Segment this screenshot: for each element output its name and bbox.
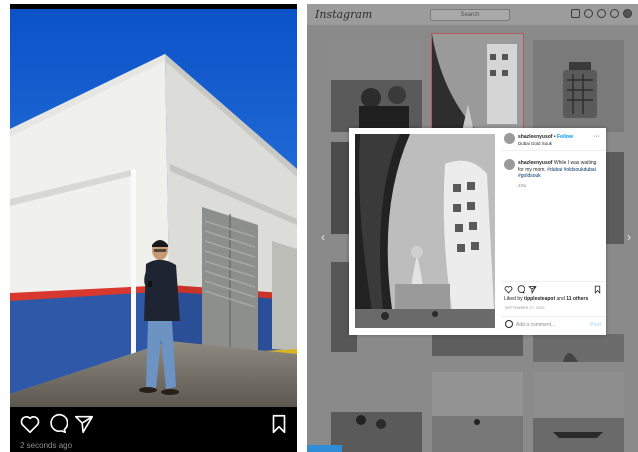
- grid-thumbnail[interactable]: [533, 334, 624, 362]
- divider: [501, 150, 606, 151]
- search-input[interactable]: Search: [430, 9, 510, 21]
- caption-avatar[interactable]: [504, 159, 515, 170]
- post-timestamp: 2 seconds ago: [20, 441, 73, 450]
- avatar-icon[interactable]: [623, 9, 632, 18]
- building-photo-image: [10, 9, 297, 407]
- grid-thumbnail-selected[interactable]: [431, 33, 524, 133]
- share-icon[interactable]: [528, 285, 537, 294]
- home-icon[interactable]: [571, 9, 580, 18]
- author-username[interactable]: shazleenyusof: [518, 134, 552, 140]
- caption-time-ago: 23w: [518, 183, 527, 188]
- more-options-icon[interactable]: ···: [593, 133, 600, 140]
- next-arrow-icon[interactable]: ›: [627, 230, 631, 244]
- post-comment-button[interactable]: Post: [590, 322, 601, 328]
- bookmark-icon[interactable]: [268, 413, 290, 435]
- post-author: shazleenyusof • Follow: [518, 134, 573, 140]
- post-date: SEPTEMBER 27, 2022: [505, 306, 545, 310]
- top-nav-bar: Instagram Search: [307, 4, 638, 26]
- modal-sidebar: shazleenyusof • Follow Dubai Gold Souk ·…: [501, 128, 606, 335]
- previous-arrow-icon[interactable]: ‹: [321, 230, 325, 244]
- divider: [501, 281, 606, 282]
- grid-thumbnail[interactable]: [533, 372, 624, 452]
- share-icon[interactable]: [73, 413, 95, 435]
- follow-button[interactable]: Follow: [557, 134, 573, 140]
- comment-icon[interactable]: [516, 285, 525, 294]
- bookmark-icon[interactable]: [593, 285, 602, 294]
- grid-thumbnail[interactable]: [533, 40, 624, 132]
- browser-tab-indicator: [307, 445, 342, 452]
- heart-icon[interactable]: [19, 413, 41, 435]
- liked-by-user[interactable]: tipplesteapot: [524, 296, 555, 302]
- post-photo[interactable]: [10, 9, 297, 407]
- modal-action-bar: [504, 285, 604, 295]
- caption-username[interactable]: shazleenyusof: [518, 160, 552, 166]
- post-caption: shazleenyusof While I was waiting for my…: [518, 160, 602, 180]
- user-avatar[interactable]: [504, 133, 515, 144]
- nav-icons: [571, 9, 632, 18]
- heart-icon[interactable]: [504, 285, 513, 294]
- mobile-post: 2 seconds ago: [10, 4, 297, 452]
- likes-summary: Liked by tipplesteapot and 11 others: [504, 296, 588, 302]
- messenger-icon[interactable]: [584, 9, 593, 18]
- post-location[interactable]: Dubai Gold Souk: [518, 141, 552, 146]
- grid-thumbnail[interactable]: [432, 372, 523, 452]
- liked-by-suffix: and: [555, 296, 567, 302]
- comment-icon[interactable]: [46, 413, 68, 435]
- modal-photo[interactable]: [355, 134, 495, 328]
- instagram-logo[interactable]: Instagram: [315, 8, 372, 21]
- grid-thumbnail[interactable]: [331, 372, 422, 452]
- liked-by-prefix: Liked by: [504, 296, 525, 302]
- post-actions-bar: 2 seconds ago: [10, 407, 297, 452]
- emoji-icon[interactable]: [505, 320, 513, 328]
- divider: [501, 316, 606, 317]
- explore-icon[interactable]: [597, 9, 606, 18]
- grid-thumbnail[interactable]: [432, 334, 523, 356]
- fisheye-street-image: [355, 134, 495, 328]
- post-modal: shazleenyusof • Follow Dubai Gold Souk ·…: [349, 128, 606, 335]
- liked-by-others[interactable]: 11 others: [566, 296, 588, 302]
- heart-icon[interactable]: [610, 9, 619, 18]
- comment-input[interactable]: Add a comment...: [516, 322, 555, 328]
- grid-thumbnail[interactable]: [331, 40, 422, 132]
